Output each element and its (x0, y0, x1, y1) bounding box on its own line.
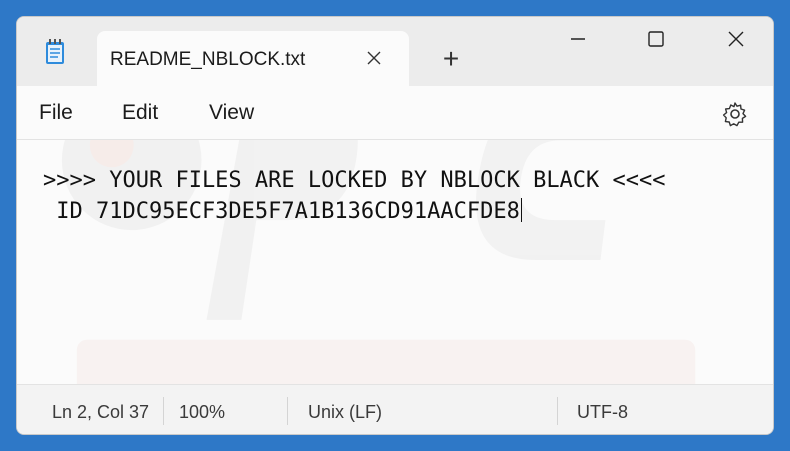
close-button[interactable] (697, 17, 773, 61)
zoom-level[interactable]: 100% (179, 402, 225, 423)
status-bar: Ln 2, Col 37 100% Unix (LF) UTF-8 (17, 384, 773, 434)
document-line-2: ID 71DC95ECF3DE5F7A1B136CD91AACFDE8 (43, 198, 522, 224)
status-divider (163, 397, 164, 425)
encoding[interactable]: UTF-8 (577, 402, 628, 423)
new-tab-button[interactable]: + (431, 43, 471, 75)
tab-readme-nblock[interactable]: README_NBLOCK.txt (97, 31, 409, 87)
notepad-window: README_NBLOCK.txt + File Edit View >>>> … (16, 16, 774, 435)
text-caret (520, 198, 522, 222)
menu-edit[interactable]: Edit (122, 101, 158, 125)
menu-view[interactable]: View (209, 101, 254, 125)
minimize-icon (571, 38, 585, 40)
minimize-button[interactable] (539, 17, 617, 61)
plus-icon: + (442, 43, 460, 74)
title-bar[interactable]: README_NBLOCK.txt + (17, 17, 773, 87)
tab-close-button[interactable] (357, 41, 391, 75)
maximize-icon (648, 31, 664, 47)
status-divider (287, 397, 288, 425)
document-line-1: >>>> YOUR FILES ARE LOCKED BY NBLOCK BLA… (43, 168, 666, 193)
document-line-2-text: ID 71DC95ECF3DE5F7A1B136CD91AACFDE8 (43, 199, 520, 224)
close-icon (367, 51, 381, 65)
cursor-position[interactable]: Ln 2, Col 37 (52, 402, 149, 423)
maximize-button[interactable] (617, 17, 695, 61)
line-ending[interactable]: Unix (LF) (308, 402, 382, 423)
notepad-icon (45, 39, 65, 65)
tab-title: README_NBLOCK.txt (110, 49, 306, 70)
text-editor[interactable]: >>>> YOUR FILES ARE LOCKED BY NBLOCK BLA… (17, 140, 773, 384)
gear-icon (722, 102, 747, 127)
menu-bar: File Edit View (17, 87, 773, 140)
status-divider (557, 397, 558, 425)
settings-button[interactable] (720, 99, 750, 129)
menu-file[interactable]: File (39, 101, 73, 125)
close-icon (728, 31, 744, 47)
